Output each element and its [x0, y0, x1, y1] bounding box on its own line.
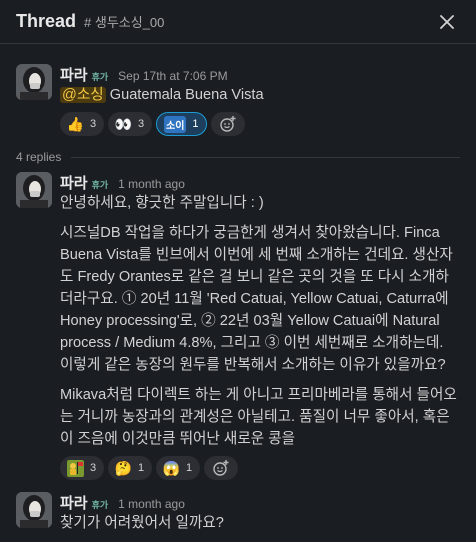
soi-emoji: 소이	[164, 115, 187, 133]
person-with-flag-icon	[67, 459, 84, 477]
author-name[interactable]: 파라	[60, 172, 88, 193]
mention[interactable]: @소싱	[60, 87, 106, 103]
thinking-face-icon: 🤔	[114, 459, 133, 476]
status-badge: 휴가	[91, 180, 109, 190]
reaction-soi[interactable]: 소이 1	[156, 112, 207, 136]
add-emoji-icon	[219, 116, 236, 132]
add-reaction-button[interactable]	[204, 456, 238, 480]
paragraph: Mikava처럼 다이렉트 하는 게 아니고 프리마베라를 통해서 들어오는 거…	[60, 387, 457, 447]
reaction-eyes[interactable]: 👀 3	[108, 112, 152, 136]
author-name[interactable]: 파라	[60, 492, 88, 513]
status-badge: 휴가	[91, 72, 109, 82]
timestamp[interactable]: 1 month ago	[118, 497, 185, 511]
reactions: 3 🤔 1 😱 1	[60, 456, 460, 480]
replies-count: 4 replies	[16, 150, 62, 164]
message-text: @소싱 Guatemala Buena Vista	[60, 87, 264, 103]
reaction-person-with-flag[interactable]: 3	[60, 456, 104, 480]
thread-title: Thread	[16, 11, 77, 31]
reply-message: 파라 휴가 1 month ago 안녕하세요, 향긋한 주말입니다 : ) 시…	[16, 172, 460, 480]
close-button[interactable]	[434, 9, 460, 35]
message-text: 안녕하세요, 향긋한 주말입니다 : ) 시즈널DB 작업을 하다가 궁금한게 …	[60, 192, 460, 450]
paragraph: 안녕하세요, 향긋한 주말입니다 : )	[60, 195, 264, 211]
avatar[interactable]	[16, 64, 52, 100]
thread-header: Thread # 생두소싱_00	[0, 0, 476, 44]
reactions: 👍 3 👀 3 소이 1	[60, 112, 460, 136]
author-name[interactable]: 파라	[60, 64, 88, 85]
divider	[71, 156, 460, 158]
reaction-thinking-face[interactable]: 🤔 1	[108, 456, 152, 480]
avatar[interactable]	[16, 172, 52, 208]
avatar[interactable]	[16, 492, 52, 528]
reaction-screaming-face[interactable]: 😱 1	[156, 456, 200, 480]
channel-name[interactable]: # 생두소싱_00	[84, 12, 164, 31]
replies-divider: 4 replies	[16, 150, 460, 164]
timestamp[interactable]: Sep 17th at 7:06 PM	[118, 69, 227, 83]
timestamp[interactable]: 1 month ago	[118, 177, 185, 191]
parent-message: 파라 휴가 Sep 17th at 7:06 PM @소싱 Guatemala …	[16, 64, 460, 136]
reply-message: 파라 휴가 1 month ago 찾기가 어려웠어서 일까요?	[16, 492, 460, 534]
add-emoji-icon	[213, 460, 229, 476]
close-icon	[440, 14, 454, 29]
paragraph: 시즈널DB 작업을 하다가 궁금한게 생겨서 찾아왔습니다. Finca Bue…	[60, 225, 453, 373]
add-reaction-button[interactable]	[210, 112, 245, 136]
thumbs-up-icon: 👍	[66, 115, 85, 132]
reaction-thumbs-up[interactable]: 👍 3	[60, 112, 104, 136]
screaming-face-icon: 😱	[162, 459, 181, 476]
status-badge: 휴가	[91, 500, 109, 510]
message-text: 찾기가 어려웠어서 일까요?	[60, 515, 224, 531]
eyes-icon: 👀	[114, 115, 133, 132]
